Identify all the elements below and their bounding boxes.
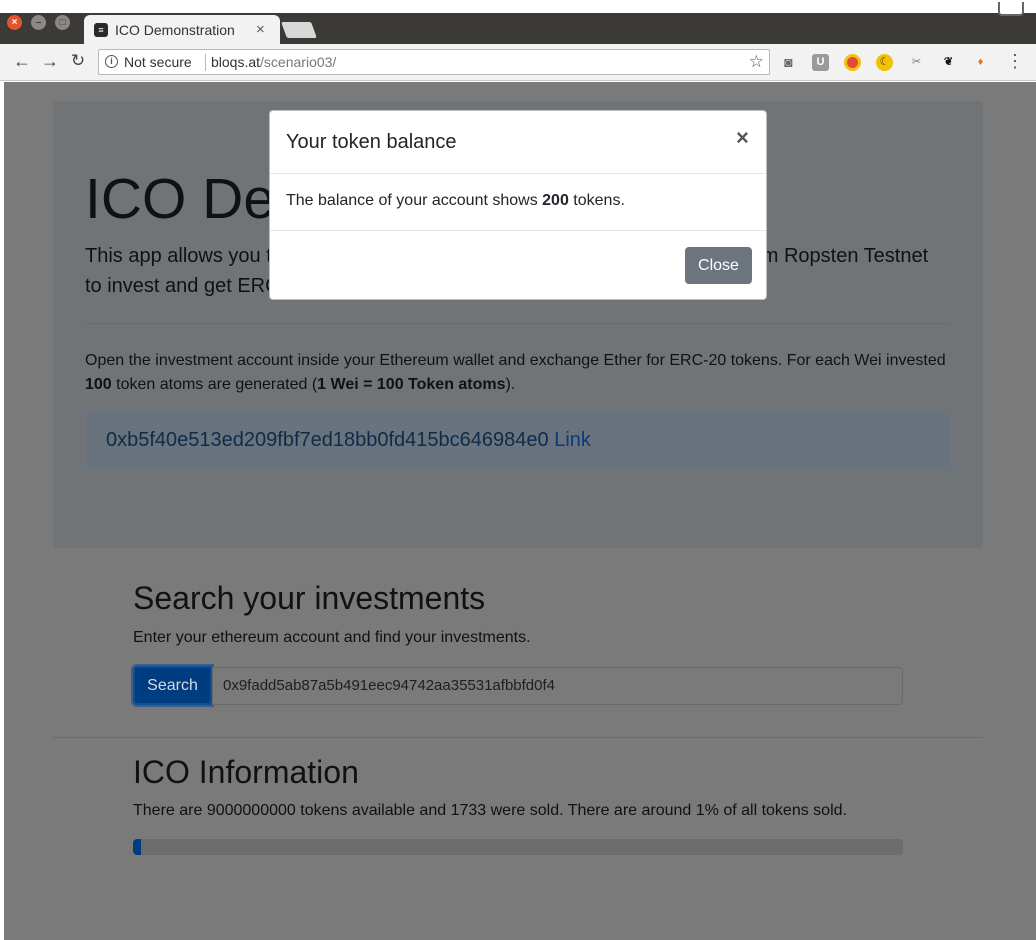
window-close-icon[interactable]: × [7, 15, 22, 30]
system-tray-icon [998, 2, 1024, 16]
investment-address-alert: 0xb5f40e513ed209fbf7ed18bb0fd415bc646984… [85, 412, 951, 469]
browser-titlebar: × – □ ≡ ICO Demonstration × [0, 0, 1036, 44]
url-text: bloqs.at/scenario03/ [211, 54, 336, 70]
desc-part3: ). [505, 376, 516, 393]
token-balance-modal: Your token balance × The balance of your… [269, 110, 767, 300]
ico-info-text: There are 9000000000 tokens available an… [133, 802, 847, 819]
desc-part1: Open the investment account inside your … [85, 352, 946, 369]
window-minimize-icon[interactable]: – [31, 15, 46, 30]
address-link[interactable]: Link [554, 429, 591, 451]
ico-info-heading: ICO Information [133, 754, 359, 790]
url-host: bloqs.at [211, 54, 261, 70]
bookmark-star-icon[interactable]: ☆ [749, 52, 764, 72]
modal-body: The balance of your account shows 200 to… [286, 192, 625, 210]
lead-line2: to invest and get ERC [85, 275, 280, 297]
forward-arrow-icon[interactable]: → [40, 51, 60, 72]
browser-tab-active[interactable]: ≡ ICO Demonstration × [84, 15, 280, 44]
desc-part2: token atoms are generated ( [111, 376, 318, 393]
search-heading: Search your investments [133, 580, 486, 616]
lead-line1-start: This app allows you t [85, 245, 272, 267]
back-arrow-icon[interactable]: ← [12, 51, 32, 72]
desc-bold-atoms: 100 [85, 376, 112, 393]
omnibox-divider [205, 54, 206, 71]
tab-title: ICO Demonstration [115, 22, 235, 38]
jumbotron-divider [85, 323, 951, 324]
balance-suffix: tokens. [568, 192, 625, 209]
account-search-input[interactable]: 0x9fadd5ab87a5b491eec94742aa35531afbbfd0… [212, 667, 903, 705]
investment-description: Open the investment account inside your … [85, 349, 953, 397]
browser-menu-icon[interactable]: ⋮ [1006, 51, 1024, 72]
section-divider [53, 737, 983, 738]
tab-favicon-icon: ≡ [94, 23, 108, 37]
address-bar[interactable]: i Not secure bloqs.at/scenario03/ ☆ [98, 49, 770, 75]
modal-footer-divider [270, 230, 766, 231]
token-balance-value: 200 [542, 192, 569, 209]
ublock-extension-icon[interactable]: U [812, 54, 829, 71]
desc-bold-rate: 1 Wei = 100 Token atoms [317, 376, 506, 393]
metamask-fox-icon[interactable]: ♦ [972, 54, 989, 71]
window-maximize-icon[interactable]: □ [55, 15, 70, 30]
modal-close-icon[interactable]: × [736, 125, 749, 151]
contract-address: 0xb5f40e513ed209fbf7ed18bb0fd415bc646984… [106, 429, 549, 451]
scissors-extension-icon[interactable]: ✂ [908, 54, 925, 71]
investment-address: 0xb5f40e513ed209fbf7ed18bb0fd415bc646984… [106, 429, 591, 452]
lead-line1-end: m Ropsten Testnet [761, 245, 929, 267]
url-path: /scenario03/ [260, 54, 337, 70]
page-title: ICO De [85, 167, 276, 231]
reload-icon[interactable]: ↻ [68, 51, 88, 71]
tokens-sold-progress [133, 839, 903, 855]
camera-extension-icon[interactable]: ◙ [780, 54, 797, 71]
security-label: Not secure [124, 54, 192, 70]
balance-prefix: The balance of your account shows [286, 192, 543, 209]
chrome-extension-icon[interactable] [844, 54, 861, 71]
browser-toolbar: ← → ↻ i Not secure bloqs.at/scenario03/ … [0, 44, 1036, 81]
modal-title: Your token balance [286, 131, 457, 153]
gnome-extension-icon[interactable]: ❦ [940, 54, 957, 71]
search-subtitle: Enter your ethereum account and find you… [133, 629, 531, 646]
site-info-icon[interactable]: i [105, 55, 118, 68]
new-tab-button[interactable] [281, 22, 317, 38]
tab-close-icon[interactable]: × [256, 21, 265, 38]
desktop-strip [0, 0, 1036, 13]
modal-close-button[interactable]: Close [685, 247, 752, 284]
moon-extension-icon[interactable]: ☾ [876, 54, 893, 71]
tokens-sold-progress-fill [133, 839, 141, 855]
modal-header: Your token balance × [270, 111, 766, 174]
search-button[interactable]: Search [133, 666, 212, 705]
